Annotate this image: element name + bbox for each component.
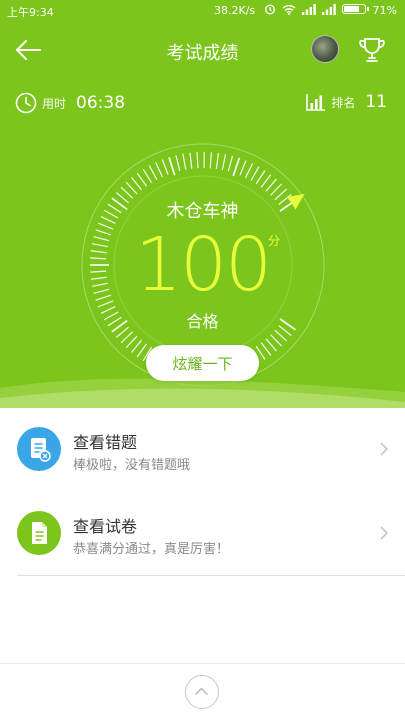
gauge-tick: [265, 338, 277, 352]
list-item-title: 查看错题: [73, 433, 138, 452]
gauge-tick: [120, 331, 134, 344]
gauge-tick: [175, 155, 181, 171]
gauge-tick: [232, 157, 241, 177]
gauge-tick: [142, 168, 153, 184]
status-time: 上午9:34: [7, 6, 54, 19]
rank-label: 排名: [331, 95, 356, 110]
list-item-title: 查看试卷: [73, 517, 138, 536]
gauge-tick: [227, 155, 234, 172]
gauge-tick: [125, 335, 138, 349]
trophy-icon[interactable]: [357, 35, 387, 65]
gauge-tick: [136, 343, 147, 358]
gauge-tick: [209, 152, 212, 169]
grade-label: 合格: [186, 312, 219, 331]
list-item-subtitle: 棒极啦，没有错题哦: [73, 458, 191, 473]
gauge-tick: [125, 181, 138, 195]
alarm-icon: [265, 4, 275, 15]
scroll-up-button[interactable]: [185, 675, 219, 709]
list-item-wrong-questions[interactable]: 查看错题 棒极啦，没有错题哦: [0, 408, 405, 492]
gauge-tick: [196, 152, 199, 169]
gauge-tick: [260, 342, 272, 356]
stats-row: 用时 06:38 排名 11: [0, 92, 405, 116]
gauge-tick: [161, 159, 169, 175]
duration-stat: 用时 06:38: [15, 92, 125, 114]
rank-value: 11: [365, 92, 387, 112]
rank-stat: 排名 11: [306, 92, 387, 112]
score-value: 100: [134, 222, 272, 308]
bar-chart-icon: [306, 94, 326, 111]
gauge-tick: [244, 163, 254, 179]
bottom-divider: [0, 663, 405, 664]
chevron-up-icon: [195, 687, 208, 695]
gauge-tick: [270, 183, 283, 196]
wrong-questions-icon: [17, 427, 61, 471]
avatar[interactable]: [311, 35, 339, 63]
gauge-tick: [189, 152, 193, 169]
list-divider: [17, 575, 405, 576]
score-unit: 分: [268, 234, 281, 248]
gauge-tick: [168, 156, 176, 176]
duration-value: 06:38: [76, 93, 126, 113]
gauge-tick: [255, 170, 266, 185]
gauge-tick: [239, 160, 247, 176]
nav-bar: 考试成绩: [0, 30, 405, 70]
result-header: 上午9:34 38.2K/s 71% 考试成绩 用时 06:38 排名 11 木…: [0, 0, 405, 408]
gauge-tick: [148, 165, 158, 180]
gauge-tick: [265, 178, 277, 192]
signal-icon: [302, 3, 316, 15]
gauge-tick: [270, 334, 283, 347]
list-item-exam-paper[interactable]: 查看试卷 恭喜满分通过，真是厉害！: [0, 492, 405, 576]
action-list: 查看错题 棒极啦，没有错题哦 查看试卷 恭喜满分通过，真是厉害！: [0, 408, 405, 576]
gauge-tick: [155, 162, 163, 178]
status-bar: 上午9:34 38.2K/s 71%: [0, 0, 405, 22]
gauge-tick: [131, 339, 143, 353]
status-icons: [264, 3, 369, 15]
signal-icon-2: [322, 3, 336, 15]
battery-icon: [342, 4, 369, 14]
gauge-tick: [182, 153, 187, 170]
exam-paper-icon: [17, 511, 61, 555]
result-title: 木仓车神: [166, 201, 239, 222]
gauge-tick: [136, 172, 147, 187]
battery-percent: 71%: [372, 4, 397, 17]
page-title: 考试成绩: [166, 43, 239, 64]
network-speed: 38.2K/s: [214, 4, 256, 17]
clock-icon: [15, 92, 37, 114]
chevron-right-icon: [380, 442, 389, 456]
gauge-tick: [221, 154, 227, 171]
share-button[interactable]: 炫耀一下: [146, 345, 259, 381]
chevron-right-icon: [380, 526, 389, 540]
gauge-tick: [250, 166, 260, 181]
wifi-icon: [282, 4, 296, 15]
gauge-tick: [260, 174, 272, 188]
list-item-subtitle: 恭喜满分通过，真是厉害！: [73, 542, 230, 557]
duration-label: 用时: [42, 96, 67, 111]
gauge-tick: [215, 152, 220, 169]
gauge-tick: [131, 177, 143, 191]
